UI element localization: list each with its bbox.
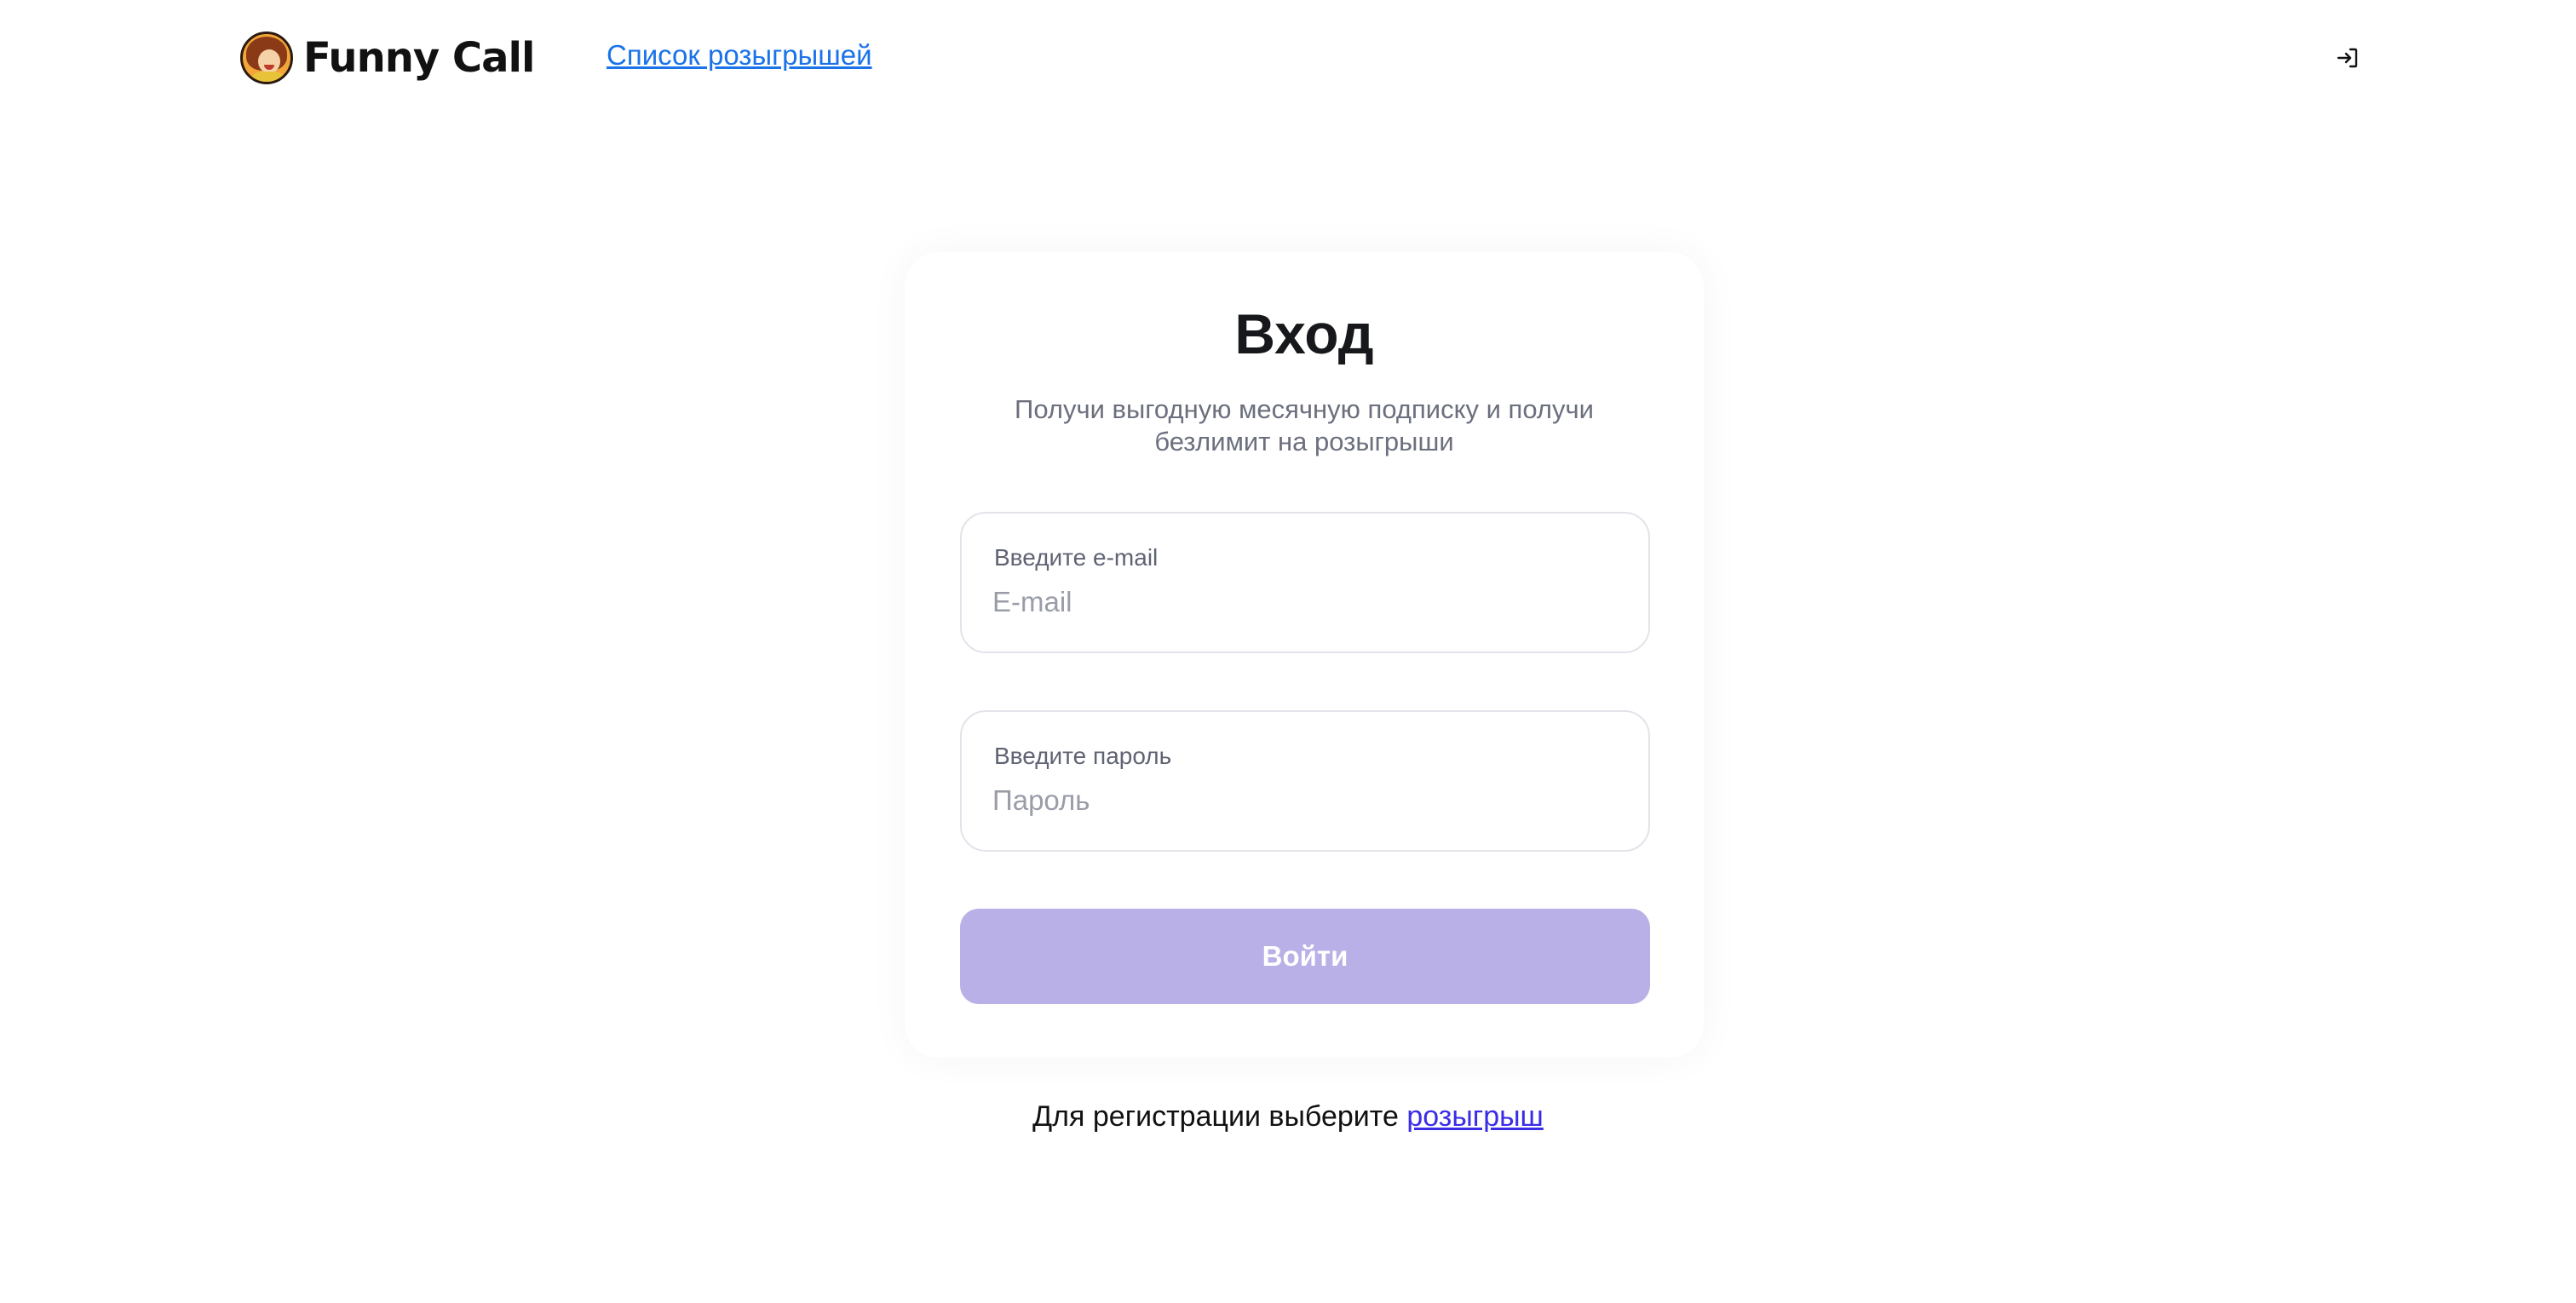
site-header: Funny Call Список розыгрышей xyxy=(0,0,2576,114)
email-field[interactable]: Введите e-mail xyxy=(960,512,1650,653)
password-input[interactable] xyxy=(992,780,1614,821)
register-pranks-link[interactable]: розыгрыш xyxy=(1406,1100,1544,1133)
email-input[interactable] xyxy=(992,582,1614,623)
login-card: Вход Получи выгодную месячную подписку и… xyxy=(905,252,1704,1058)
login-subtitle: Получи выгодную месячную подписку и полу… xyxy=(1015,394,1594,456)
nav-link-pranks-list[interactable]: Список розыгрышей xyxy=(607,39,872,72)
register-hint-text: Для регистрации выберите xyxy=(1032,1100,1399,1133)
login-submit-button[interactable]: Войти xyxy=(960,909,1650,1004)
brand-logo-link[interactable]: Funny Call xyxy=(240,31,535,85)
email-field-label: Введите e-mail xyxy=(994,544,1159,571)
page-title: Вход xyxy=(1234,302,1374,365)
password-field-label: Введите пароль xyxy=(994,743,1172,769)
register-hint: Для регистрации выберите розыгрыш xyxy=(0,1100,2576,1134)
password-field[interactable]: Введите пароль xyxy=(960,710,1650,852)
funny-call-mascot-icon xyxy=(240,32,293,84)
login-icon[interactable] xyxy=(2332,43,2363,73)
brand-name: Funny Call xyxy=(303,34,535,82)
